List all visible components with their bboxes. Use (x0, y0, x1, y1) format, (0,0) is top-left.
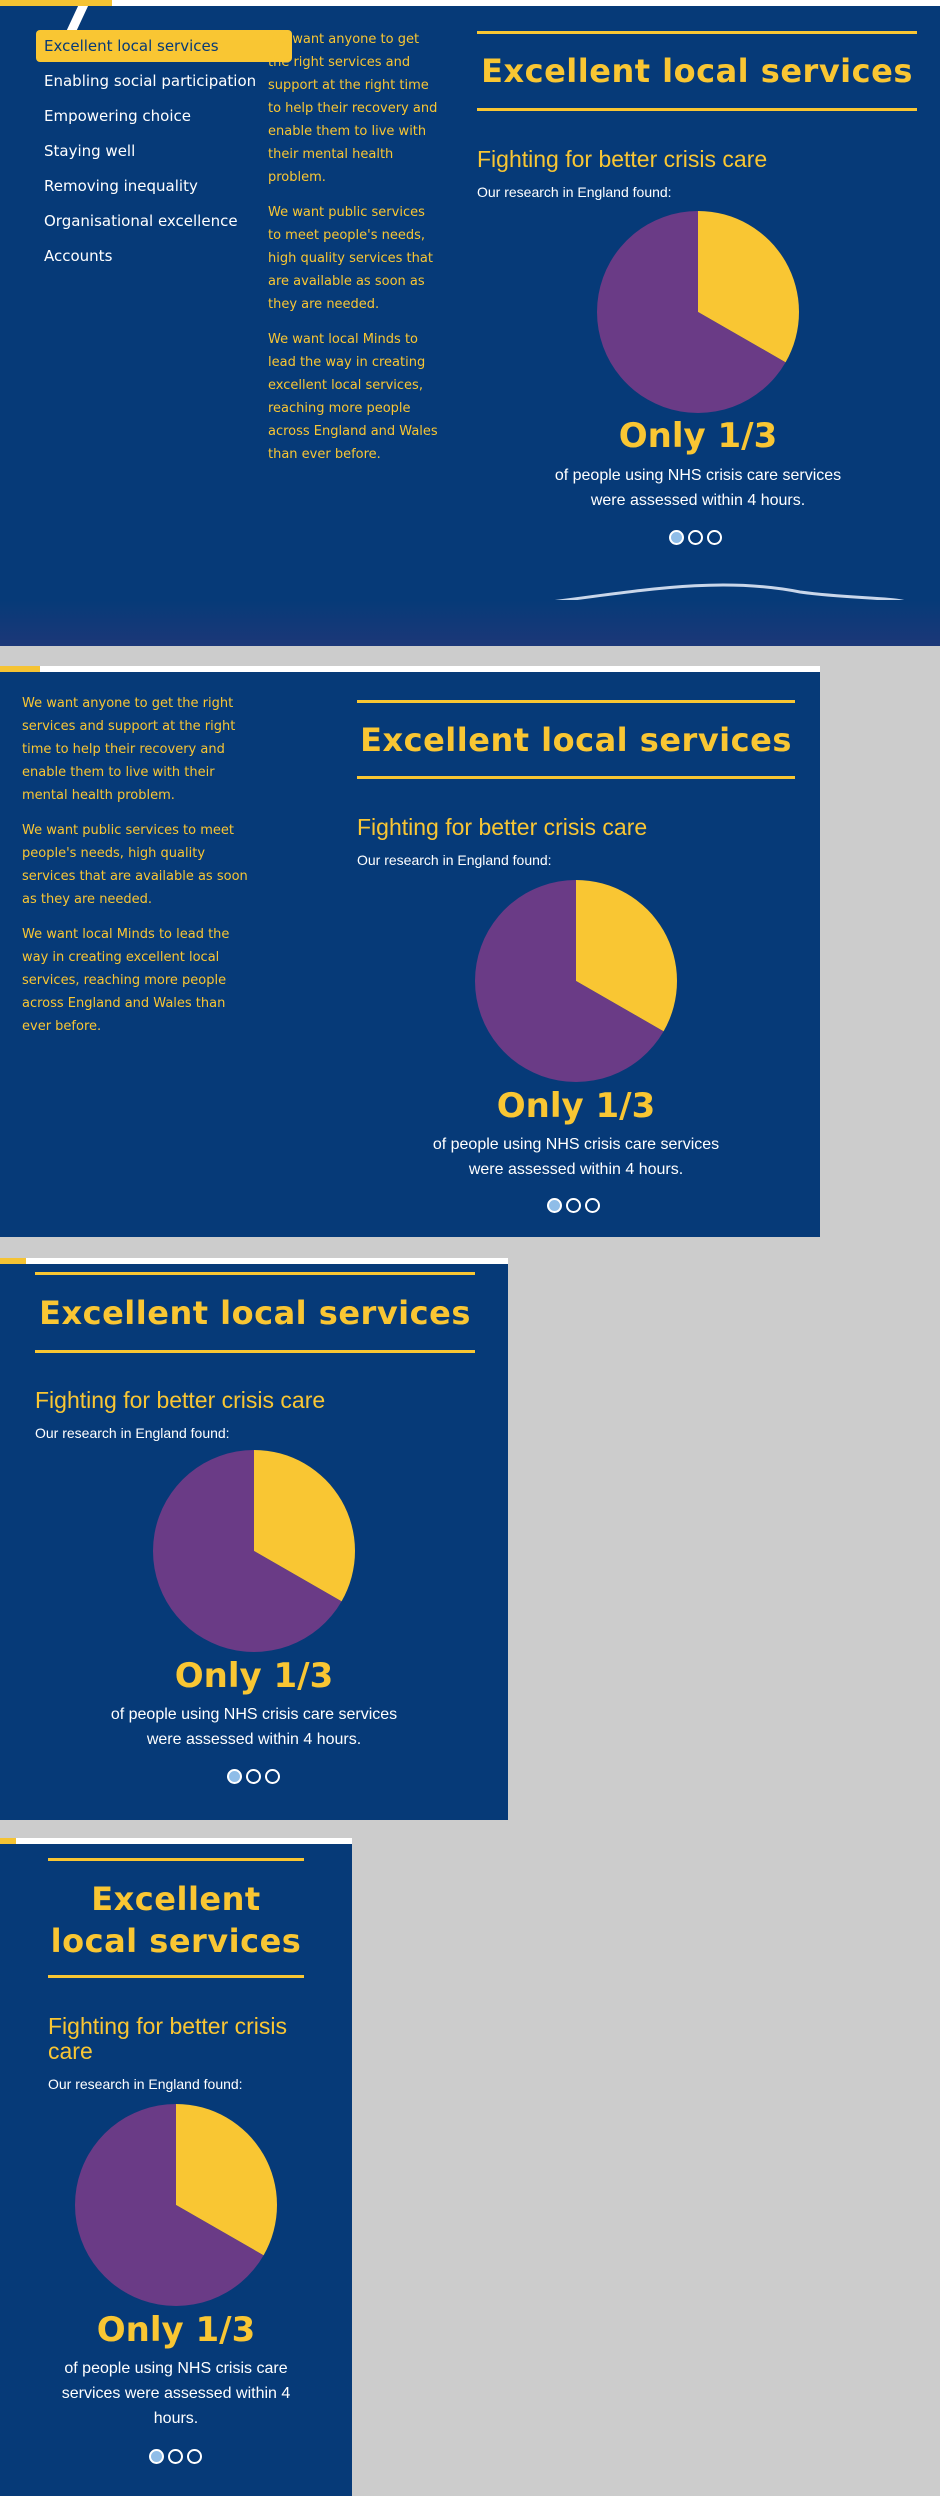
stat-description: of people using NHS crisis care services… (554, 467, 842, 509)
carousel-dot[interactable] (707, 530, 722, 545)
stat-value: Only 1/3 (496, 1086, 656, 1126)
stat-value: Only 1/3 (174, 1656, 334, 1696)
carousel-dot[interactable] (547, 1198, 562, 1213)
stat-value: Only 1/3 (618, 416, 778, 456)
crisis-care-pie-chart (597, 211, 799, 414)
carousel-dot[interactable] (187, 2449, 202, 2464)
mobile-view: Excellent local services Fighting for be… (0, 1838, 352, 2496)
carousel-dots (669, 530, 722, 545)
carousel-dot[interactable] (566, 1198, 581, 1213)
carousel-dot[interactable] (669, 530, 684, 545)
stat-description: of people using NHS crisis care services… (432, 1136, 720, 1178)
carousel-dot[interactable] (149, 2449, 164, 2464)
carousel-dot[interactable] (168, 2449, 183, 2464)
tablet-view: We want anyone to get the right services… (0, 666, 820, 1237)
stat-description: of people using NHS crisis care services… (110, 1706, 398, 1748)
carousel-dots (149, 2449, 202, 2464)
stat-value: Only 1/3 (96, 2310, 256, 2350)
narrow-view: Excellent local services Fighting for be… (0, 1258, 508, 1820)
desktop-view: Excellent local services Enabling social… (0, 0, 940, 646)
bottom-fade (0, 600, 940, 646)
carousel-dot[interactable] (227, 1769, 242, 1784)
carousel-dot[interactable] (688, 530, 703, 545)
carousel-dots (547, 1198, 600, 1213)
carousel-dot[interactable] (585, 1198, 600, 1213)
carousel-dots (227, 1769, 280, 1784)
carousel-dot[interactable] (265, 1769, 280, 1784)
stat-description: of people using NHS crisis care services… (61, 2360, 291, 2427)
carousel-dot[interactable] (246, 1769, 261, 1784)
